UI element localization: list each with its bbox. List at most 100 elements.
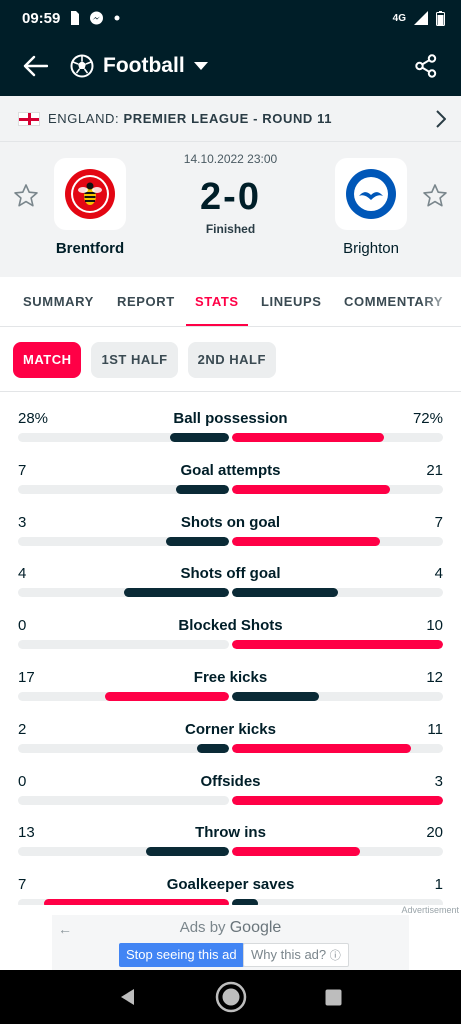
stat-away-track: [232, 847, 443, 856]
period-match-button[interactable]: MATCH: [13, 341, 82, 378]
google-wordmark: Google: [229, 919, 282, 936]
brighton-crest-icon: [346, 169, 396, 219]
stat-home-track: [18, 847, 229, 856]
tab-stats[interactable]: STATS: [186, 277, 248, 326]
stats-list: 28% Ball possession 72% 7 Goal attempts 21 3 Sh…: [0, 400, 461, 906]
league-name: PREMIER LEAGUE - ROUND 11: [123, 111, 333, 126]
stat-away-bar: [232, 537, 380, 546]
stat-away-value: 12: [426, 669, 443, 686]
stat-name: Offsides: [200, 773, 261, 790]
stat-row: 28% Ball possession 72%: [0, 400, 461, 452]
sim-card-icon: [70, 11, 80, 25]
system-nav-bar: [0, 970, 461, 1024]
stat-away-track: [232, 588, 443, 597]
period-1st-half-button[interactable]: 1ST HALF: [91, 341, 178, 378]
match-header: Brentford 14.10.2022 23:00 2-0 Finished …: [0, 142, 461, 277]
info-icon: ⓘ: [329, 950, 341, 962]
stat-home-bar: [123, 588, 229, 597]
back-triangle-icon[interactable]: [119, 988, 137, 1006]
period-2nd-half-button[interactable]: 2ND HALF: [187, 341, 276, 378]
stat-row: 2 Corner kicks 11: [0, 711, 461, 763]
stat-row: 13 Throw ins 20: [0, 814, 461, 866]
stat-away-bar: [232, 847, 360, 856]
stat-home-bar: [176, 485, 229, 494]
stat-row: 17 Free kicks 12: [0, 659, 461, 711]
stat-row: 0 Offsides 3: [0, 763, 461, 815]
back-arrow-icon: [23, 55, 48, 77]
stat-away-value: 72%: [412, 410, 443, 427]
stat-home-bar: [169, 433, 229, 442]
stat-away-value: 1: [434, 876, 443, 893]
share-icon: [415, 54, 437, 78]
stat-away-value: 21: [426, 462, 443, 479]
stat-name: Goalkeeper saves: [166, 876, 295, 893]
stat-away-bar: [232, 485, 391, 494]
chevron-right-icon: [421, 109, 461, 128]
stat-name: Blocked Shots: [178, 617, 283, 634]
ad-banner: Advertisement ← Ads by Google Stop seein…: [0, 905, 461, 975]
tab-summary[interactable]: SUMMARY: [23, 277, 94, 326]
stat-away-track: [232, 433, 443, 442]
home-circle-icon[interactable]: [215, 981, 247, 1013]
home-team-name[interactable]: Brentford: [30, 240, 150, 257]
ads-by-text: Ads by: [179, 919, 226, 936]
stat-away-track: [232, 796, 443, 805]
stat-name: Shots off goal: [180, 565, 281, 582]
stat-away-bar: [232, 692, 320, 701]
away-team-name[interactable]: Brighton: [311, 240, 431, 257]
ad-label: Advertisement: [401, 905, 459, 915]
england-flag-icon: [18, 111, 40, 126]
stat-away-value: 3: [434, 773, 443, 790]
sport-selector[interactable]: Football: [70, 54, 208, 78]
stat-home-bar: [165, 537, 229, 546]
league-country: ENGLAND:: [48, 111, 120, 126]
league-label: ENGLAND: PREMIER LEAGUE - ROUND 11: [48, 111, 332, 126]
stat-away-value: 7: [434, 514, 443, 531]
dropdown-caret-icon: [193, 61, 208, 70]
stat-home-track: [18, 485, 229, 494]
stat-away-track: [232, 744, 443, 753]
stat-away-bar: [232, 433, 384, 442]
stat-row: 7 Goalkeeper saves 1: [0, 866, 461, 906]
stop-seeing-ad-button[interactable]: Stop seeing this ad: [119, 943, 244, 967]
stat-row: 7 Goal attempts 21: [0, 452, 461, 504]
why-this-ad-button[interactable]: Why this ad? ⓘ: [243, 943, 349, 967]
stat-away-value: 10: [426, 617, 443, 634]
stat-home-track: [18, 588, 229, 597]
period-selector: MATCH 1ST HALF 2ND HALF: [0, 328, 461, 392]
messenger-icon: [89, 11, 104, 26]
back-button[interactable]: [0, 36, 70, 96]
status-bar: 09:59 4G: [0, 0, 461, 36]
stat-away-value: 20: [426, 824, 443, 841]
tab-lineups[interactable]: LINEUPS: [261, 277, 322, 326]
stat-home-track: [18, 433, 229, 442]
stat-home-track: [18, 640, 229, 649]
stat-away-bar: [232, 744, 411, 753]
stat-home-track: [18, 692, 229, 701]
stat-away-value: 11: [427, 721, 443, 738]
share-button[interactable]: [391, 36, 461, 96]
football-icon: [70, 54, 94, 78]
stat-home-track: [18, 537, 229, 546]
favorite-away-star-icon[interactable]: [421, 182, 449, 210]
tab-report[interactable]: REPORT: [117, 277, 175, 326]
ads-by-google: Ads by Google: [52, 919, 409, 937]
stat-row: 0 Blocked Shots 10: [0, 607, 461, 659]
signal-icon: [414, 11, 428, 25]
away-team-logo[interactable]: [335, 158, 407, 230]
stat-home-bar: [196, 744, 229, 753]
stat-name: Ball possession: [173, 410, 288, 427]
ad-box: ← Ads by Google Stop seeing this ad Why …: [52, 915, 409, 975]
dot-icon: [114, 15, 120, 21]
stat-away-bar: [232, 588, 338, 597]
stat-home-bar: [145, 847, 229, 856]
stat-name: Corner kicks: [185, 721, 276, 738]
league-row[interactable]: ENGLAND: PREMIER LEAGUE - ROUND 11: [0, 96, 461, 142]
recents-square-icon[interactable]: [325, 989, 342, 1006]
stat-name: Shots on goal: [180, 514, 281, 531]
why-this-ad-label: Why this ad?: [251, 947, 327, 962]
stat-away-bar: [232, 640, 443, 649]
stat-name: Goal attempts: [180, 462, 281, 479]
stat-away-track: [232, 692, 443, 701]
stat-away-value: 4: [434, 565, 443, 582]
